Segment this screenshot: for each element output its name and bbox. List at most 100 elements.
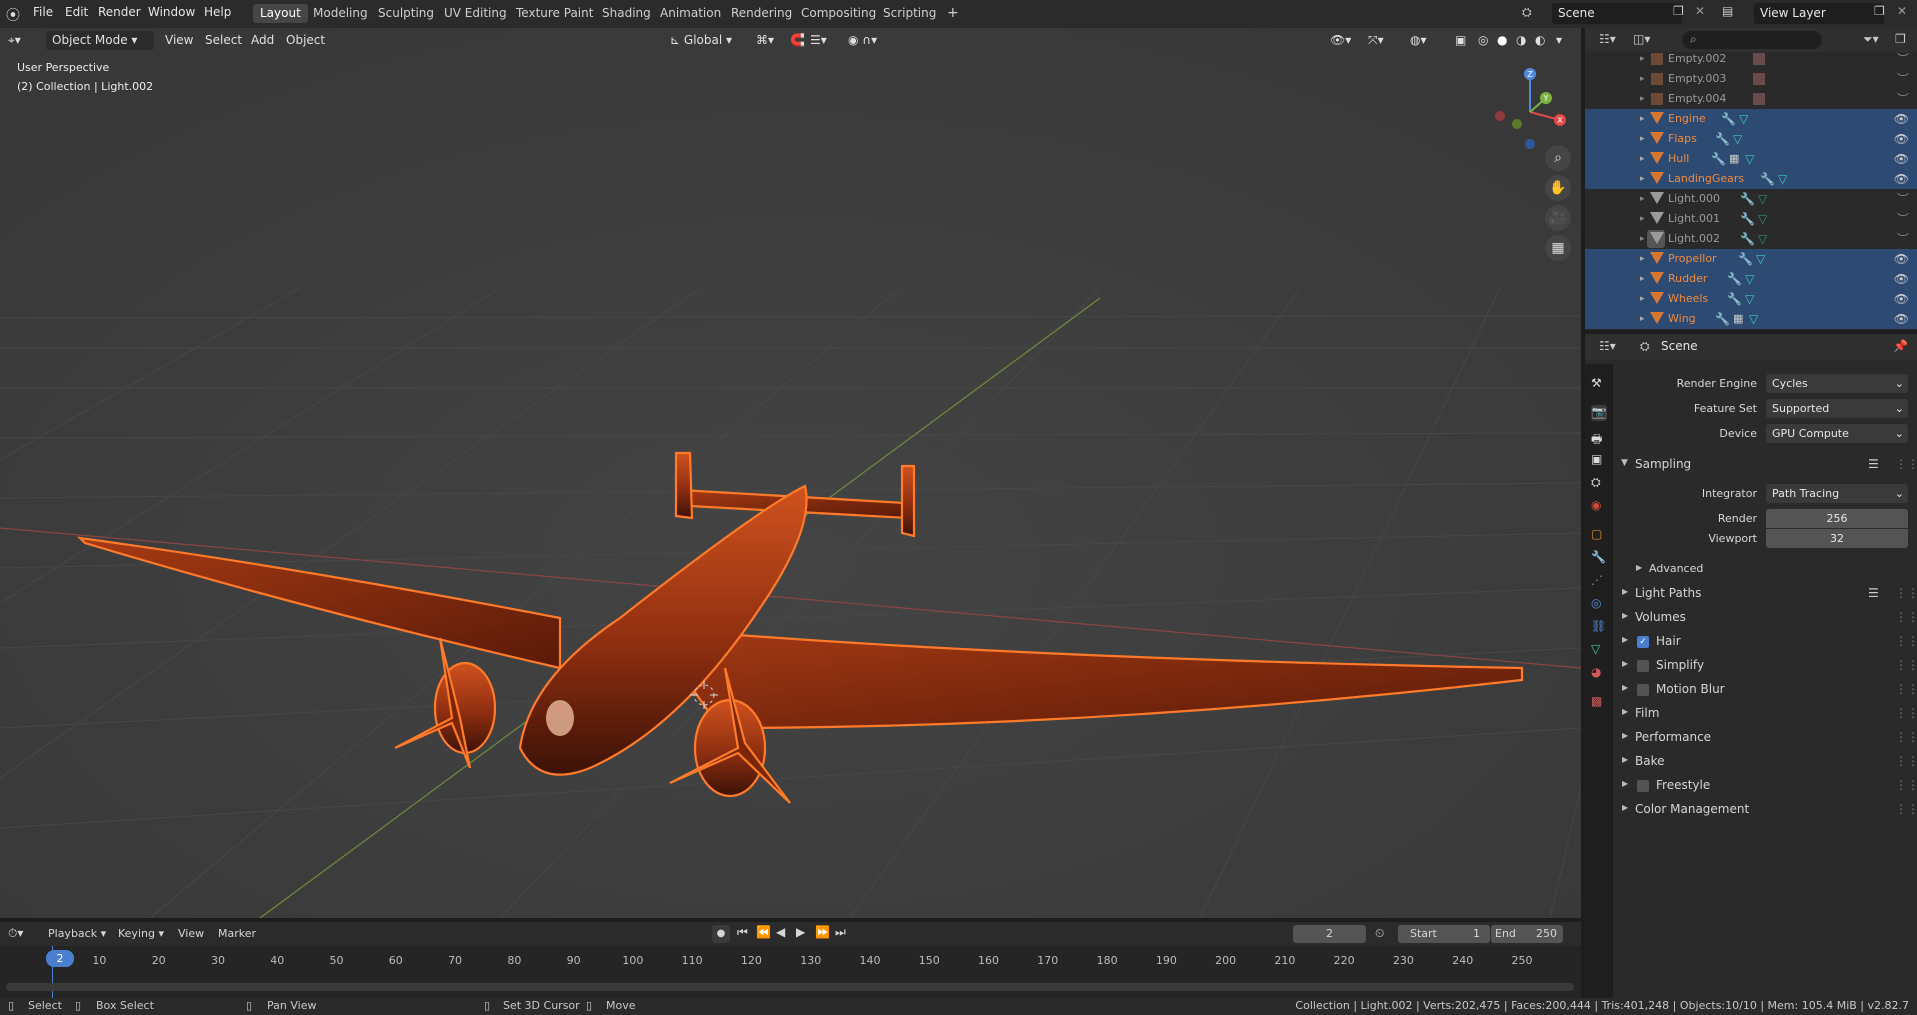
expand-icon[interactable]: ▸ bbox=[1640, 109, 1645, 129]
integrator-dropdown[interactable]: Path Tracing ⌄ bbox=[1766, 484, 1908, 503]
tool-tab-icon[interactable]: ⚒ bbox=[1591, 376, 1607, 392]
playback-menu[interactable]: Playback ▾ bbox=[42, 925, 113, 943]
pivot-icon[interactable]: ⌘▾ bbox=[756, 31, 774, 50]
drag-handle-icon[interactable]: ⋮⋮ bbox=[1895, 457, 1917, 471]
timeline-scrollbar[interactable] bbox=[6, 983, 1574, 991]
visibility-icon[interactable]: ︶ bbox=[1897, 69, 1909, 89]
gizmo-toggle-icon[interactable]: ⤧▾ bbox=[1368, 31, 1384, 50]
outliner-row[interactable]: ▸ Wheels 🔧 ▽ 👁 bbox=[1585, 289, 1917, 309]
3d-viewport[interactable]: ⌖▾ Object Mode ▾ View Select Add Object … bbox=[0, 28, 1581, 918]
timeline-view-menu[interactable]: View bbox=[178, 927, 204, 940]
advanced-subpanel[interactable]: ▶ Advanced bbox=[1636, 562, 1886, 580]
shading-options-icon[interactable]: ▾ bbox=[1556, 31, 1562, 50]
data-tab-icon[interactable]: ▽ bbox=[1591, 642, 1607, 658]
mesh-data-icon[interactable]: ▽ bbox=[1778, 169, 1787, 189]
feature-set-dropdown[interactable]: Supported ⌄ bbox=[1766, 399, 1908, 418]
constraint-icon[interactable]: ▦ bbox=[1729, 149, 1739, 169]
mesh-data-icon[interactable]: ▽ bbox=[1758, 229, 1767, 249]
visibility-icon[interactable]: 👁 bbox=[1894, 109, 1909, 129]
timeline-ruler[interactable]: 10 20 30 40 50 60 70 80 90 100 110 120 130 140 150 160 1… bbox=[0, 946, 1581, 1002]
outliner-row[interactable]: ▸ Empty.002 ︶ bbox=[1585, 49, 1917, 69]
panel-light-paths[interactable]: ▶ Light Paths ☰ ⋮⋮ bbox=[1615, 584, 1917, 604]
modifier-icon[interactable]: 🔧 bbox=[1711, 149, 1726, 169]
freestyle-checkbox[interactable] bbox=[1637, 780, 1649, 792]
visibility-icon[interactable]: 👁 bbox=[1894, 129, 1909, 149]
solid-shading-icon[interactable]: ● bbox=[1497, 31, 1507, 50]
mesh-data-icon[interactable]: ▽ bbox=[1745, 149, 1754, 169]
blender-logo-icon[interactable]: ⦿ bbox=[6, 5, 20, 25]
render-engine-dropdown[interactable]: Cycles ⌄ bbox=[1766, 374, 1908, 393]
expand-icon[interactable]: ▸ bbox=[1640, 189, 1645, 209]
visibility-icon[interactable]: ︶ bbox=[1897, 49, 1909, 69]
outliner-row[interactable]: ▸ Empty.004 ︶ bbox=[1585, 89, 1917, 109]
outliner-row[interactable]: ▸ Wing 🔧 ▦ ▽ 👁 bbox=[1585, 309, 1917, 329]
drag-handle-icon[interactable]: ⋮⋮ bbox=[1895, 754, 1917, 768]
filter-icon[interactable]: ⏷▾ bbox=[1863, 32, 1879, 47]
constraints-tab-icon[interactable]: ⛓ bbox=[1591, 619, 1607, 635]
viewport-samples-field[interactable]: 32 bbox=[1766, 529, 1908, 548]
tab-sculpting[interactable]: Sculpting bbox=[371, 4, 441, 23]
drag-handle-icon[interactable]: ⋮⋮ bbox=[1895, 778, 1917, 792]
menu-view[interactable]: View bbox=[165, 31, 193, 50]
world-tab-icon[interactable]: ◉ bbox=[1591, 498, 1607, 514]
playhead-frame-label[interactable]: 2 bbox=[46, 950, 74, 967]
modifier-icon[interactable]: 🔧 bbox=[1738, 249, 1753, 269]
render-samples-field[interactable]: 256 bbox=[1766, 509, 1908, 528]
outliner-row[interactable]: ▸ Light.002 🔧 ▽ ︶ bbox=[1585, 229, 1917, 249]
ortho-toggle-icon[interactable]: ▦ bbox=[1545, 235, 1571, 261]
visibility-icon[interactable]: 👁 bbox=[1894, 289, 1909, 309]
texture-tab-icon[interactable]: ▩ bbox=[1591, 694, 1607, 710]
presets-icon[interactable]: ☰ bbox=[1868, 586, 1879, 600]
mesh-data-icon[interactable]: ▽ bbox=[1739, 109, 1748, 129]
visibility-icon[interactable]: 👁▾ bbox=[1330, 31, 1351, 50]
drag-handle-icon[interactable]: ⋮⋮ bbox=[1895, 802, 1917, 816]
panel-performance[interactable]: ▶ Performance ⋮⋮ bbox=[1615, 728, 1917, 748]
view-layer-icon[interactable]: ▤ bbox=[1722, 4, 1733, 18]
marker-menu[interactable]: Marker bbox=[218, 927, 256, 940]
outliner-row[interactable]: ▸ Engine 🔧 ▽ 👁 bbox=[1585, 109, 1917, 129]
mesh-data-icon[interactable]: ▽ bbox=[1756, 249, 1765, 269]
expand-icon[interactable]: ▸ bbox=[1640, 269, 1645, 289]
outliner-row[interactable]: ▸ Light.000 🔧 ▽ ︶ bbox=[1585, 189, 1917, 209]
expand-icon[interactable]: ▸ bbox=[1640, 289, 1645, 309]
expand-icon[interactable]: ▸ bbox=[1640, 249, 1645, 269]
view-layer-tab-icon[interactable]: ▣ bbox=[1591, 452, 1607, 468]
snap-target-icon[interactable]: ☰▾ bbox=[810, 31, 827, 50]
pin-icon[interactable]: 📌 bbox=[1893, 339, 1908, 353]
drag-handle-icon[interactable]: ⋮⋮ bbox=[1895, 586, 1917, 600]
navigation-gizmo[interactable]: Z X Y bbox=[1490, 64, 1570, 149]
menu-help[interactable]: Help bbox=[204, 5, 231, 19]
expand-icon[interactable]: ▸ bbox=[1640, 209, 1645, 229]
material-tab-icon[interactable]: ◕ bbox=[1591, 665, 1607, 681]
panel-film[interactable]: ▶ Film ⋮⋮ bbox=[1615, 704, 1917, 724]
xray-icon[interactable]: ▣ bbox=[1455, 31, 1466, 50]
modifier-icon[interactable]: 🔧 bbox=[1715, 129, 1730, 149]
drag-handle-icon[interactable]: ⋮⋮ bbox=[1895, 706, 1917, 720]
output-tab-icon[interactable]: 🖶 bbox=[1591, 430, 1607, 446]
current-frame-field[interactable]: 2 bbox=[1293, 925, 1366, 943]
menu-object[interactable]: Object bbox=[286, 31, 325, 50]
display-mode-icon[interactable]: ◫▾ bbox=[1633, 32, 1650, 46]
expand-icon[interactable]: ▸ bbox=[1640, 69, 1645, 89]
snap-icon[interactable]: 🧲 bbox=[790, 31, 805, 50]
new-view-layer-icon[interactable]: ❐ bbox=[1874, 4, 1885, 18]
record-button[interactable]: ● bbox=[712, 925, 730, 943]
modifier-icon[interactable]: 🔧 bbox=[1727, 269, 1742, 289]
modifier-icon[interactable]: 🔧 bbox=[1740, 209, 1755, 229]
constraint-icon[interactable]: ▦ bbox=[1733, 309, 1743, 329]
menu-add[interactable]: Add bbox=[251, 31, 274, 50]
timeline-editor-icon[interactable]: ⏱▾ bbox=[8, 926, 23, 941]
keying-menu[interactable]: Keying ▾ bbox=[112, 925, 170, 943]
visibility-icon[interactable]: 👁 bbox=[1894, 309, 1909, 329]
outliner-row[interactable]: ▸ Rudder 🔧 ▽ 👁 bbox=[1585, 269, 1917, 289]
transform-orientation-dropdown[interactable]: ⊾ Global ▾ bbox=[670, 31, 732, 50]
outliner-row[interactable]: ▸ Hull 🔧 ▦ ▽ 👁 bbox=[1585, 149, 1917, 169]
tab-rendering[interactable]: Rendering bbox=[724, 4, 799, 23]
outliner-editor-icon[interactable]: ☷▾ bbox=[1599, 32, 1616, 46]
material-shading-icon[interactable]: ◑ bbox=[1516, 31, 1526, 50]
visibility-icon[interactable]: ︶ bbox=[1897, 189, 1909, 209]
visibility-icon[interactable]: 👁 bbox=[1894, 169, 1909, 189]
tab-texture-paint[interactable]: Texture Paint bbox=[509, 4, 600, 23]
tab-animation[interactable]: Animation bbox=[653, 4, 728, 23]
drag-handle-icon[interactable]: ⋮⋮ bbox=[1895, 610, 1917, 624]
